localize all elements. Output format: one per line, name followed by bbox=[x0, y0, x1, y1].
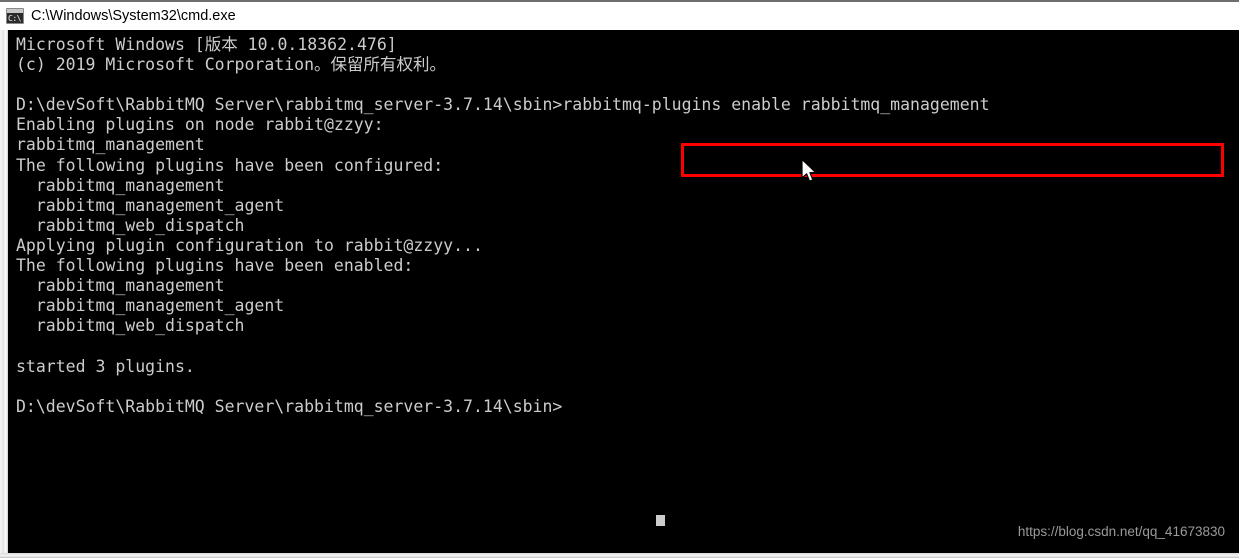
cmd-console-icon: C:\ bbox=[6, 8, 24, 24]
watermark-text: https://blog.csdn.net/qq_41673830 bbox=[1017, 524, 1225, 539]
window-bottom-border bbox=[0, 553, 1239, 558]
window-left-border bbox=[0, 30, 8, 553]
text-caret bbox=[656, 515, 665, 526]
console-screen[interactable]: Microsoft Windows [版本 10.0.18362.476] (c… bbox=[8, 30, 1239, 553]
screenshot-root: C:\ C:\Windows\System32\cmd.exe Microsof… bbox=[0, 0, 1239, 558]
window-titlebar[interactable]: C:\ C:\Windows\System32\cmd.exe bbox=[0, 0, 1239, 30]
mouse-pointer-icon bbox=[801, 159, 817, 182]
terminal-output: Microsoft Windows [版本 10.0.18362.476] (c… bbox=[16, 35, 990, 416]
window-title: C:\Windows\System32\cmd.exe bbox=[31, 8, 236, 24]
console-window: Microsoft Windows [版本 10.0.18362.476] (c… bbox=[0, 30, 1239, 558]
icon-prompt-glyph: C:\ bbox=[8, 14, 21, 23]
